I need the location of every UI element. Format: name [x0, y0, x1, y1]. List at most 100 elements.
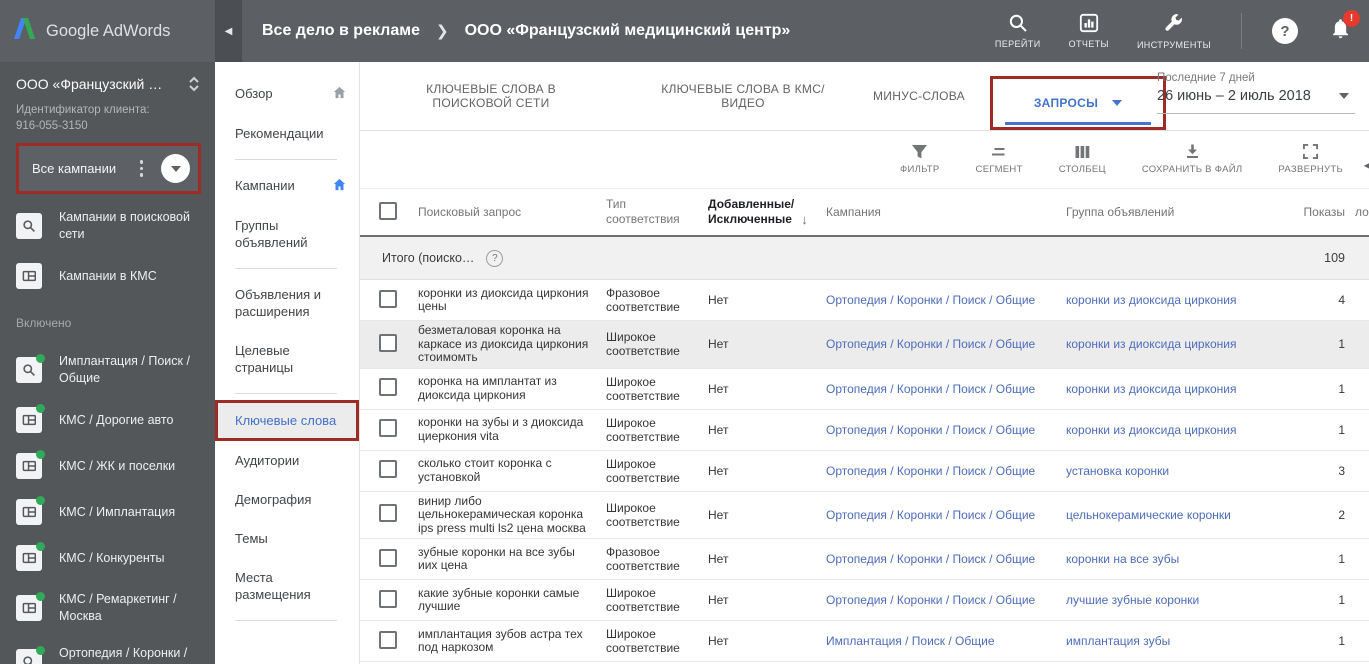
search-query-cell: сколько стоит коронка с установкой — [418, 456, 552, 484]
help-button[interactable]: ? — [1272, 18, 1298, 44]
nav-item-demographics[interactable]: Демография — [215, 480, 359, 519]
ad-group-link[interactable]: коронки из диоксида циркония — [1066, 423, 1236, 437]
kebab-menu-icon[interactable] — [134, 158, 150, 179]
nav-item-placements[interactable]: Места размещения — [215, 558, 359, 614]
adwords-logo-area[interactable]: Google AdWords — [0, 0, 215, 62]
ad-group-link[interactable]: коронки из диоксида циркония — [1066, 293, 1236, 307]
column-header-query[interactable]: Поисковый запрос — [418, 205, 606, 219]
display-campaign-icon — [16, 592, 45, 621]
campaign-item[interactable]: КМС / Конкуренты — [0, 536, 215, 580]
unfold-accounts-icon[interactable] — [187, 76, 201, 97]
campaign-item-label: Ортопедия / Коронки / Поиск / Общие — [59, 646, 188, 664]
tools-button[interactable]: ИНСТРУМЕНТЫ — [1137, 13, 1211, 50]
nav-item-ad-groups[interactable]: Группы объявлений — [215, 206, 359, 262]
ad-group-link[interactable]: установка коронки — [1066, 464, 1169, 478]
all-campaigns-item[interactable]: Все кампании — [16, 143, 201, 194]
nav-item-landing-pages[interactable]: Целевые страницы — [215, 331, 359, 387]
search-query-cell: коронки из диоксида циркония цены — [418, 285, 589, 313]
row-checkbox[interactable] — [379, 548, 397, 567]
date-underline — [1157, 113, 1355, 114]
campaign-link[interactable]: Ортопедия / Коронки / Поиск / Общие — [826, 423, 1035, 437]
search-query-cell: зубные коронки на все зубы иих цена — [418, 544, 575, 572]
enabled-status-dot — [36, 450, 45, 459]
nav-item-recommendations[interactable]: Рекомендации — [215, 114, 359, 153]
column-header-match-type[interactable]: Тип соответствия — [606, 197, 708, 227]
campaign-item[interactable]: КМС / Имплантация — [0, 490, 215, 534]
help-circle-icon[interactable]: ? — [486, 249, 504, 267]
columns-button[interactable]: СТОЛБЕЦ — [1059, 145, 1106, 175]
ad-group-link[interactable]: коронки из диоксида циркония — [1066, 337, 1236, 351]
filter-button[interactable]: ФИЛЬТР — [900, 144, 940, 175]
ad-group-link[interactable]: коронки на все зубы — [1066, 552, 1179, 566]
tab-search-keywords[interactable]: КЛЮЧЕВЫЕ СЛОВА В ПОИСКОВОЙ СЕТИ — [360, 62, 622, 130]
campaign-link[interactable]: Ортопедия / Коронки / Поиск / Общие — [826, 337, 1035, 351]
campaign-item[interactable]: Имплантация / Поиск / Общие — [0, 344, 215, 396]
nav-item-ads-extensions[interactable]: Объявления и расширения — [215, 275, 359, 331]
campaign-type-item[interactable]: Кампании в КМС — [0, 254, 215, 298]
ad-group-link[interactable]: имплантация зубы — [1066, 634, 1170, 648]
nav-item-label: Кампании — [235, 178, 295, 193]
nav-item-keywords[interactable]: Ключевые слова — [215, 400, 359, 441]
added-excluded-cell: Нет — [708, 593, 729, 607]
select-all-checkbox[interactable] — [379, 201, 397, 220]
nav-item-label: Группы объявлений — [235, 218, 308, 250]
row-checkbox[interactable] — [379, 378, 397, 396]
row-checkbox[interactable] — [379, 630, 397, 649]
total-label: Итого (поиско… — [382, 251, 475, 265]
date-range-picker[interactable]: Последние 7 дней 26 июнь – 2 июль 2018 — [1157, 72, 1355, 114]
collapse-sidebar-button[interactable]: ◀ — [215, 0, 242, 62]
row-checkbox[interactable] — [379, 460, 397, 478]
segment-button[interactable]: СЕГМЕНТ — [976, 145, 1023, 175]
tab-label: КЛЮЧЕВЫЕ СЛОВА В КМС/ВИДЕО — [661, 82, 825, 110]
nav-item-topics[interactable]: Темы — [215, 519, 359, 558]
campaign-link[interactable]: Ортопедия / Коронки / Поиск / Общие — [826, 593, 1035, 607]
campaign-link[interactable]: Ортопедия / Коронки / Поиск / Общие — [826, 508, 1035, 522]
ad-group-link[interactable]: коронки из диоксида циркония — [1066, 382, 1236, 396]
column-header-ad-group[interactable]: Группа объявлений — [1066, 205, 1292, 219]
nav-item-audiences[interactable]: Аудитории — [215, 441, 359, 480]
row-checkbox[interactable] — [379, 589, 397, 608]
reports-button[interactable]: ОТЧЕТЫ — [1069, 13, 1109, 49]
column-header-added-excluded[interactable]: Добавленные/ Исключенные ↓ — [708, 197, 826, 227]
breadcrumb-manager-account[interactable]: Все дело в рекламе — [262, 22, 420, 40]
campaign-type-item[interactable]: Кампании в поисковой сети — [0, 200, 215, 252]
row-checkbox[interactable] — [379, 333, 397, 352]
campaign-link[interactable]: Ортопедия / Коронки / Поиск / Общие — [826, 293, 1035, 307]
tab-label: МИНУС-СЛОВА — [873, 89, 965, 103]
collapse-panel-icon[interactable]: ◀ — [1364, 158, 1369, 172]
download-button[interactable]: СОХРАНИТЬ В ФАЙЛ — [1142, 144, 1243, 175]
campaign-item[interactable]: КМС / Ремаркетинг / Москва — [0, 582, 215, 634]
ad-group-link[interactable]: цельнокерамические коронки — [1066, 508, 1231, 522]
impressions-cell: 1 — [1338, 381, 1345, 396]
row-checkbox[interactable] — [379, 289, 397, 308]
goto-button[interactable]: ПЕРЕЙТИ — [995, 13, 1041, 49]
collapse-campaigns-button[interactable] — [161, 154, 190, 183]
tab-display-keywords[interactable]: КЛЮЧЕВЫЕ СЛОВА В КМС/ВИДЕО — [622, 62, 864, 130]
enabled-status-dot — [36, 646, 45, 655]
row-checkbox[interactable] — [379, 504, 397, 523]
expand-button[interactable]: РАЗВЕРНУТЬ — [1278, 144, 1343, 175]
notifications-button[interactable]: ! — [1330, 9, 1360, 45]
campaign-link[interactable]: Ортопедия / Коронки / Поиск / Общие — [826, 552, 1035, 566]
campaign-item[interactable]: Ортопедия / Коронки / Поиск / Общие — [0, 636, 215, 664]
table-row: коронки на зубы и з диоксида циеркония v… — [360, 410, 1369, 451]
tab-label: КЛЮЧЕВЫЕ СЛОВА В ПОИСКОВОЙ СЕТИ — [426, 82, 556, 110]
column-header-impressions[interactable]: Показы — [1292, 205, 1355, 219]
campaign-link[interactable]: Ортопедия / Коронки / Поиск / Общие — [826, 382, 1035, 396]
ad-group-link[interactable]: лучшие зубные коронки — [1066, 593, 1199, 607]
campaign-link[interactable]: Имплантация / Поиск / Общие — [826, 634, 995, 648]
campaign-item[interactable]: КМС / ЖК и поселки — [0, 444, 215, 488]
row-checkbox[interactable] — [379, 419, 397, 437]
column-header-campaign[interactable]: Кампания — [826, 205, 1066, 219]
enabled-status-dot — [36, 592, 45, 601]
campaign-item[interactable]: КМС / Дорогие авто — [0, 398, 215, 442]
campaign-link[interactable]: Ортопедия / Коронки / Поиск / Общие — [826, 464, 1035, 478]
segment-icon — [991, 145, 1007, 159]
nav-item-campaigns[interactable]: Кампании — [215, 166, 359, 206]
tab-search-terms[interactable]: ЗАПРОСЫ — [990, 76, 1166, 130]
enabled-status-dot — [36, 354, 45, 363]
impressions-cell: 2 — [1338, 507, 1345, 522]
tab-negative-keywords[interactable]: МИНУС-СЛОВА — [864, 62, 974, 130]
nav-item-overview[interactable]: Обзор — [215, 74, 359, 114]
breadcrumb-client-account[interactable]: ООО «Французский медицинский центр» — [465, 22, 791, 40]
